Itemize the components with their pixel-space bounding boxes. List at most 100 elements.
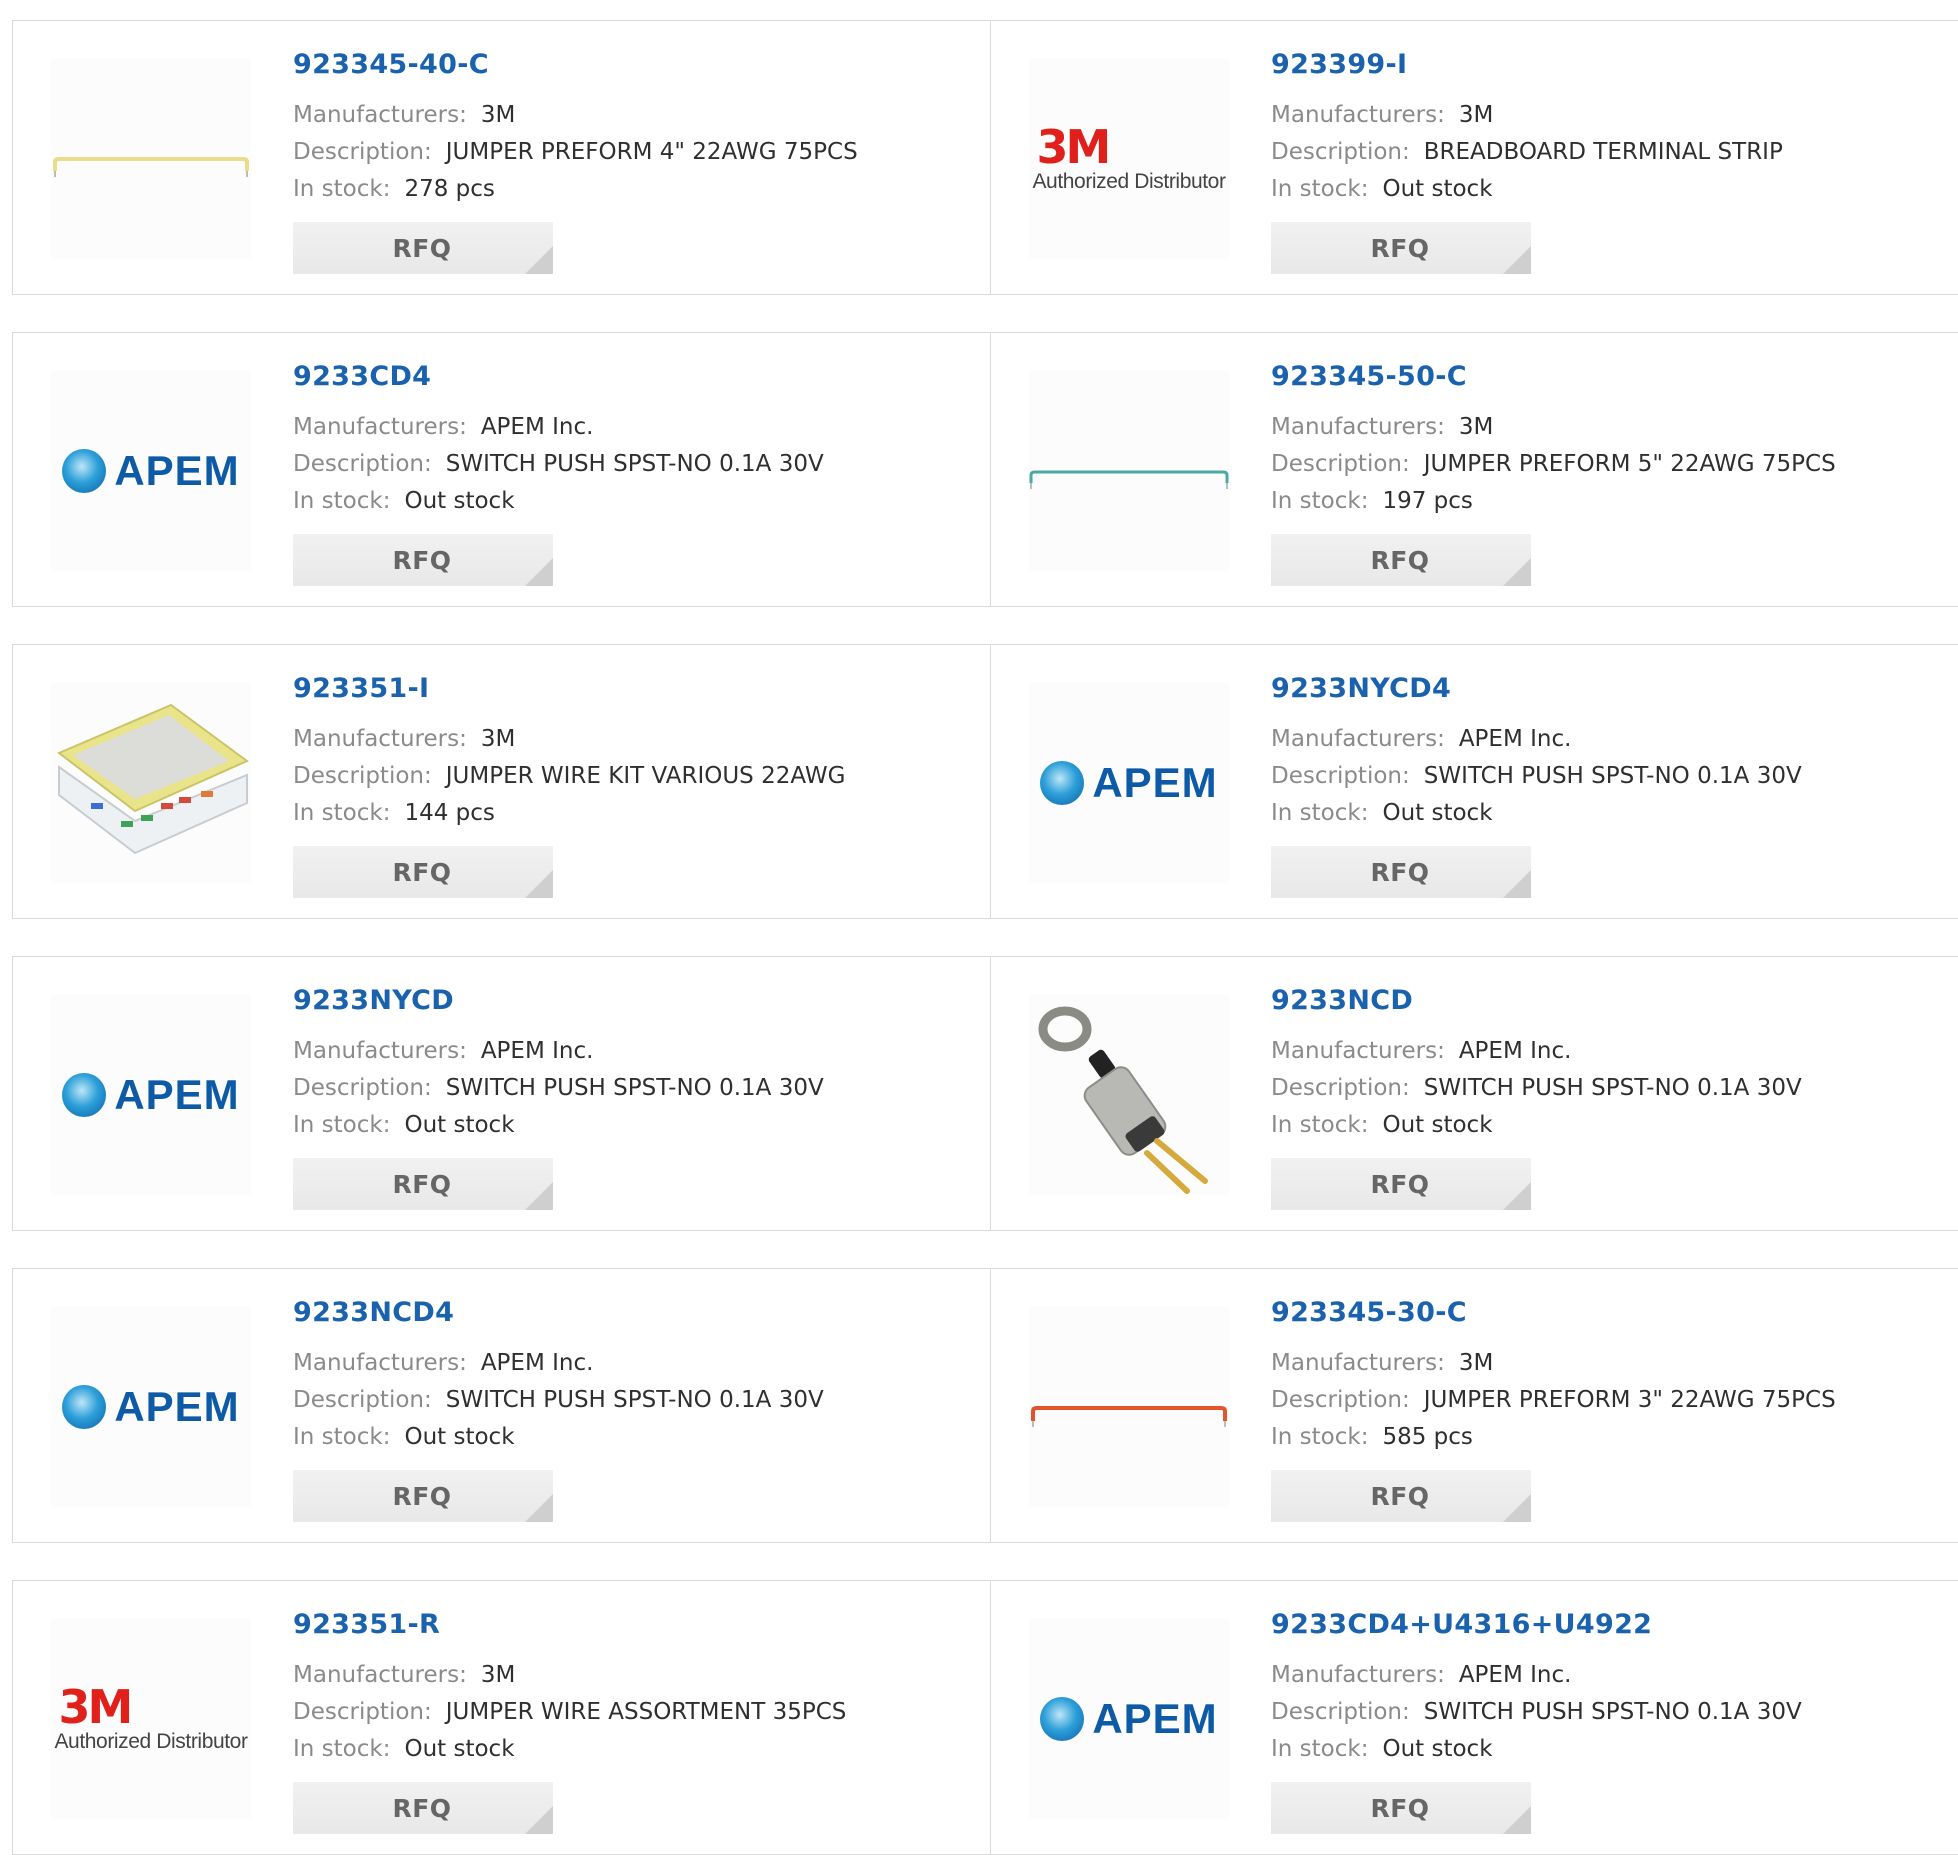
description-label: Description:: [293, 451, 432, 477]
corner-triangle-icon: [1503, 1806, 1531, 1834]
stock-value: 144 pcs: [404, 800, 495, 826]
rfq-label: RFQ: [392, 857, 452, 887]
part-number-link[interactable]: 923345-50-C: [1271, 361, 1931, 393]
part-number-link[interactable]: 923351-I: [293, 673, 953, 705]
rfq-button[interactable]: RFQ: [1271, 1158, 1531, 1210]
rfq-button[interactable]: RFQ: [293, 846, 553, 898]
stock-label: In stock:: [1271, 176, 1369, 202]
product-row: APEM 9233NCD4 Manufacturers: APEM Inc. De…: [12, 1268, 1958, 1543]
corner-triangle-icon: [525, 1494, 553, 1522]
rfq-label: RFQ: [1370, 1793, 1430, 1823]
rfq-label: RFQ: [392, 233, 452, 263]
description-value: SWITCH PUSH SPST-NO 0.1A 30V: [445, 1075, 824, 1101]
stock-value: Out stock: [404, 1424, 515, 1450]
product-card: 3M Authorized Distributor 923351-R Manuf…: [13, 1581, 991, 1854]
stock-label: In stock:: [293, 176, 391, 202]
description-label: Description:: [1271, 1075, 1410, 1101]
description-label: Description:: [1271, 139, 1410, 165]
apem-logo: APEM: [1040, 1695, 1217, 1743]
product-image-3m-logo[interactable]: 3M Authorized Distributor: [1029, 59, 1229, 259]
manufacturer-line: Manufacturers: 3M: [293, 1657, 953, 1694]
description-label: Description:: [293, 1699, 432, 1725]
manufacturer-line: Manufacturers: 3M: [293, 97, 953, 134]
part-number-link[interactable]: 923351-R: [293, 1609, 953, 1641]
stock-label: In stock:: [293, 488, 391, 514]
product-image-jumper-kit-box[interactable]: [51, 683, 251, 883]
description-line: Description: SWITCH PUSH SPST-NO 0.1A 30V: [1271, 758, 1931, 795]
rfq-button[interactable]: RFQ: [293, 534, 553, 586]
rfq-button[interactable]: RFQ: [293, 1158, 553, 1210]
product-image-apem-logo[interactable]: APEM: [1029, 683, 1229, 883]
manufacturer-value: APEM Inc.: [480, 414, 594, 440]
product-card: APEM 9233NYCD4 Manufacturers: APEM Inc. D…: [991, 645, 1958, 918]
manufacturer-value: 3M: [1458, 102, 1494, 128]
stock-line: In stock: 585 pcs: [1271, 1419, 1931, 1456]
rfq-button[interactable]: RFQ: [1271, 222, 1531, 274]
product-image-apem-logo[interactable]: APEM: [1029, 1619, 1229, 1819]
manufacturers-label: Manufacturers:: [1271, 1662, 1445, 1688]
jumper-wire-icon: [1029, 470, 1229, 489]
stock-label: In stock:: [1271, 800, 1369, 826]
manufacturers-label: Manufacturers:: [1271, 102, 1445, 128]
stock-line: In stock: Out stock: [1271, 171, 1931, 208]
description-value: JUMPER WIRE ASSORTMENT 35PCS: [445, 1699, 847, 1725]
rfq-button[interactable]: RFQ: [1271, 1782, 1531, 1834]
description-label: Description:: [293, 1387, 432, 1413]
apem-globe-icon: [1040, 761, 1085, 805]
description-label: Description:: [1271, 1387, 1410, 1413]
description-line: Description: JUMPER PREFORM 5" 22AWG 75PC…: [1271, 446, 1931, 483]
product-image-jumper-wire-yellow[interactable]: [51, 59, 251, 259]
description-label: Description:: [1271, 451, 1410, 477]
description-label: Description:: [1271, 763, 1410, 789]
rfq-button[interactable]: RFQ: [293, 222, 553, 274]
rfq-button[interactable]: RFQ: [293, 1470, 553, 1522]
rfq-label: RFQ: [392, 545, 452, 575]
product-image-push-switch-photo[interactable]: [1029, 995, 1229, 1195]
manufacturer-value: 3M: [480, 726, 516, 752]
part-number-link[interactable]: 9233CD4: [293, 361, 953, 393]
part-number-link[interactable]: 923345-30-C: [1271, 1297, 1931, 1329]
apem-logo-text: APEM: [114, 1383, 240, 1430]
stock-value: Out stock: [404, 1736, 515, 1762]
apem-logo: APEM: [62, 1383, 239, 1431]
stock-label: In stock:: [1271, 1424, 1369, 1450]
part-number-link[interactable]: 923399-I: [1271, 49, 1931, 81]
stock-label: In stock:: [293, 1736, 391, 1762]
product-image-jumper-wire-teal[interactable]: [1029, 371, 1229, 571]
rfq-button[interactable]: RFQ: [1271, 534, 1531, 586]
stock-line: In stock: 144 pcs: [293, 795, 953, 832]
manufacturer-value: 3M: [480, 102, 516, 128]
part-number-link[interactable]: 9233NCD4: [293, 1297, 953, 1329]
apem-globe-icon: [62, 1073, 107, 1117]
rfq-button[interactable]: RFQ: [1271, 1470, 1531, 1522]
description-line: Description: SWITCH PUSH SPST-NO 0.1A 30V: [293, 1070, 953, 1107]
rfq-button[interactable]: RFQ: [293, 1782, 553, 1834]
product-image-apem-logo[interactable]: APEM: [51, 995, 251, 1195]
product-image-3m-logo[interactable]: 3M Authorized Distributor: [51, 1619, 251, 1819]
description-line: Description: SWITCH PUSH SPST-NO 0.1A 30V: [293, 1382, 953, 1419]
product-image-apem-logo[interactable]: APEM: [51, 1307, 251, 1507]
description-line: Description: JUMPER WIRE KIT VARIOUS 22AW…: [293, 758, 953, 795]
3m-logo: 3M Authorized Distributor: [54, 1684, 248, 1754]
product-image-jumper-wire-red[interactable]: [1029, 1307, 1229, 1507]
part-number-link[interactable]: 923345-40-C: [293, 49, 953, 81]
stock-value: Out stock: [404, 1112, 515, 1138]
part-number-link[interactable]: 9233CD4+U4316+U4922: [1271, 1609, 1931, 1641]
apem-logo: APEM: [62, 447, 239, 495]
stock-line: In stock: 278 pcs: [293, 171, 953, 208]
product-image-apem-logo[interactable]: APEM: [51, 371, 251, 571]
rfq-button[interactable]: RFQ: [1271, 846, 1531, 898]
description-line: Description: JUMPER WIRE ASSORTMENT 35PCS: [293, 1694, 953, 1731]
product-card: APEM 9233NYCD Manufacturers: APEM Inc. De…: [13, 957, 991, 1230]
part-number-link[interactable]: 9233NYCD: [293, 985, 953, 1017]
stock-label: In stock:: [293, 800, 391, 826]
part-number-link[interactable]: 9233NCD: [1271, 985, 1931, 1017]
manufacturer-line: Manufacturers: APEM Inc.: [1271, 1657, 1931, 1694]
apem-logo-text: APEM: [1092, 1695, 1218, 1742]
manufacturer-line: Manufacturers: 3M: [1271, 1345, 1931, 1382]
jumper-wire-icon: [1031, 1406, 1227, 1427]
stock-line: In stock: Out stock: [1271, 795, 1931, 832]
corner-triangle-icon: [1503, 246, 1531, 274]
part-number-link[interactable]: 9233NYCD4: [1271, 673, 1931, 705]
stock-line: In stock: Out stock: [293, 1731, 953, 1768]
